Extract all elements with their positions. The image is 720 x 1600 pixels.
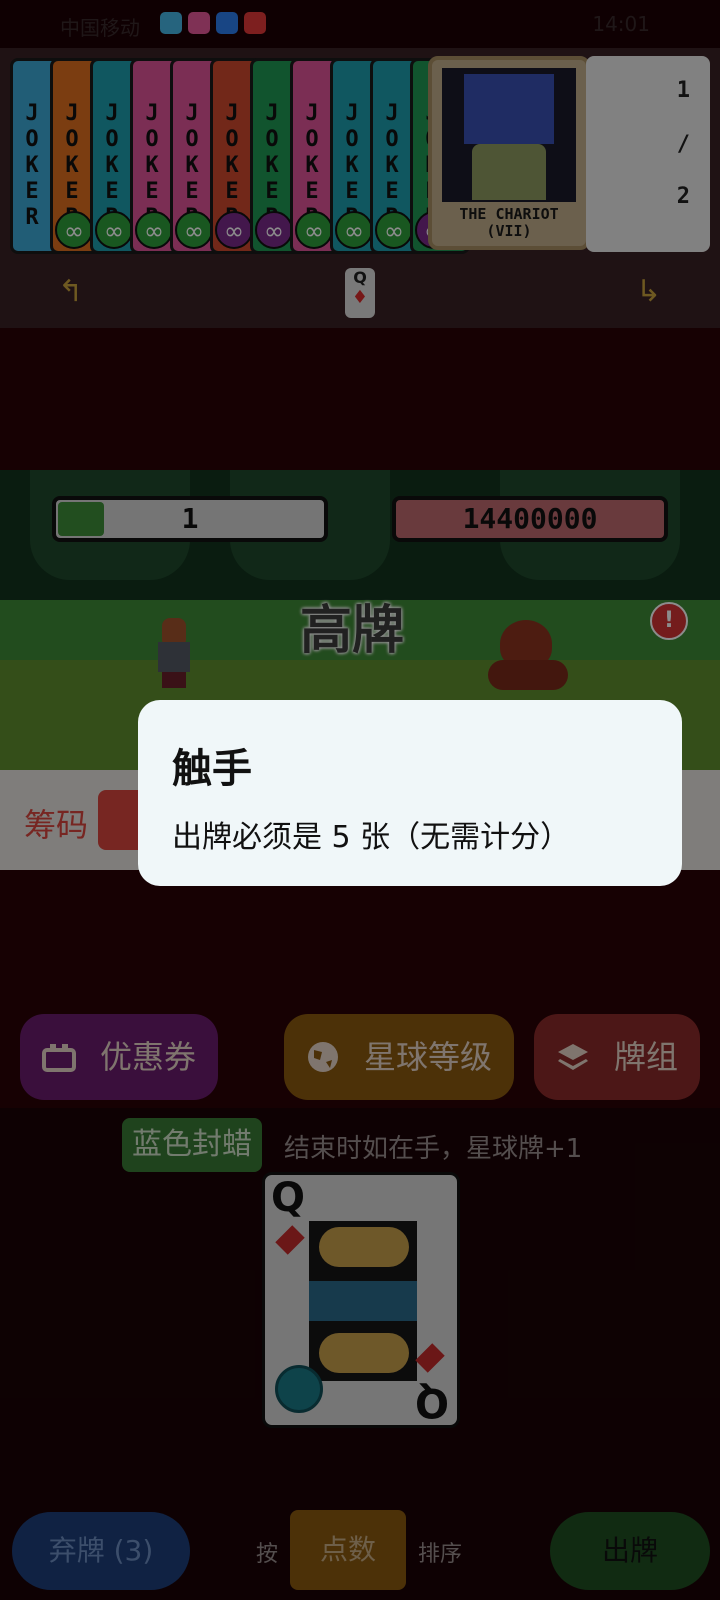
boss-blind-dialog[interactable]: 触手 出牌必须是 5 张（无需计分） xyxy=(138,700,682,886)
dialog-message: 出牌必须是 5 张（无需计分） xyxy=(172,820,571,855)
dialog-title: 触手 xyxy=(172,746,252,792)
